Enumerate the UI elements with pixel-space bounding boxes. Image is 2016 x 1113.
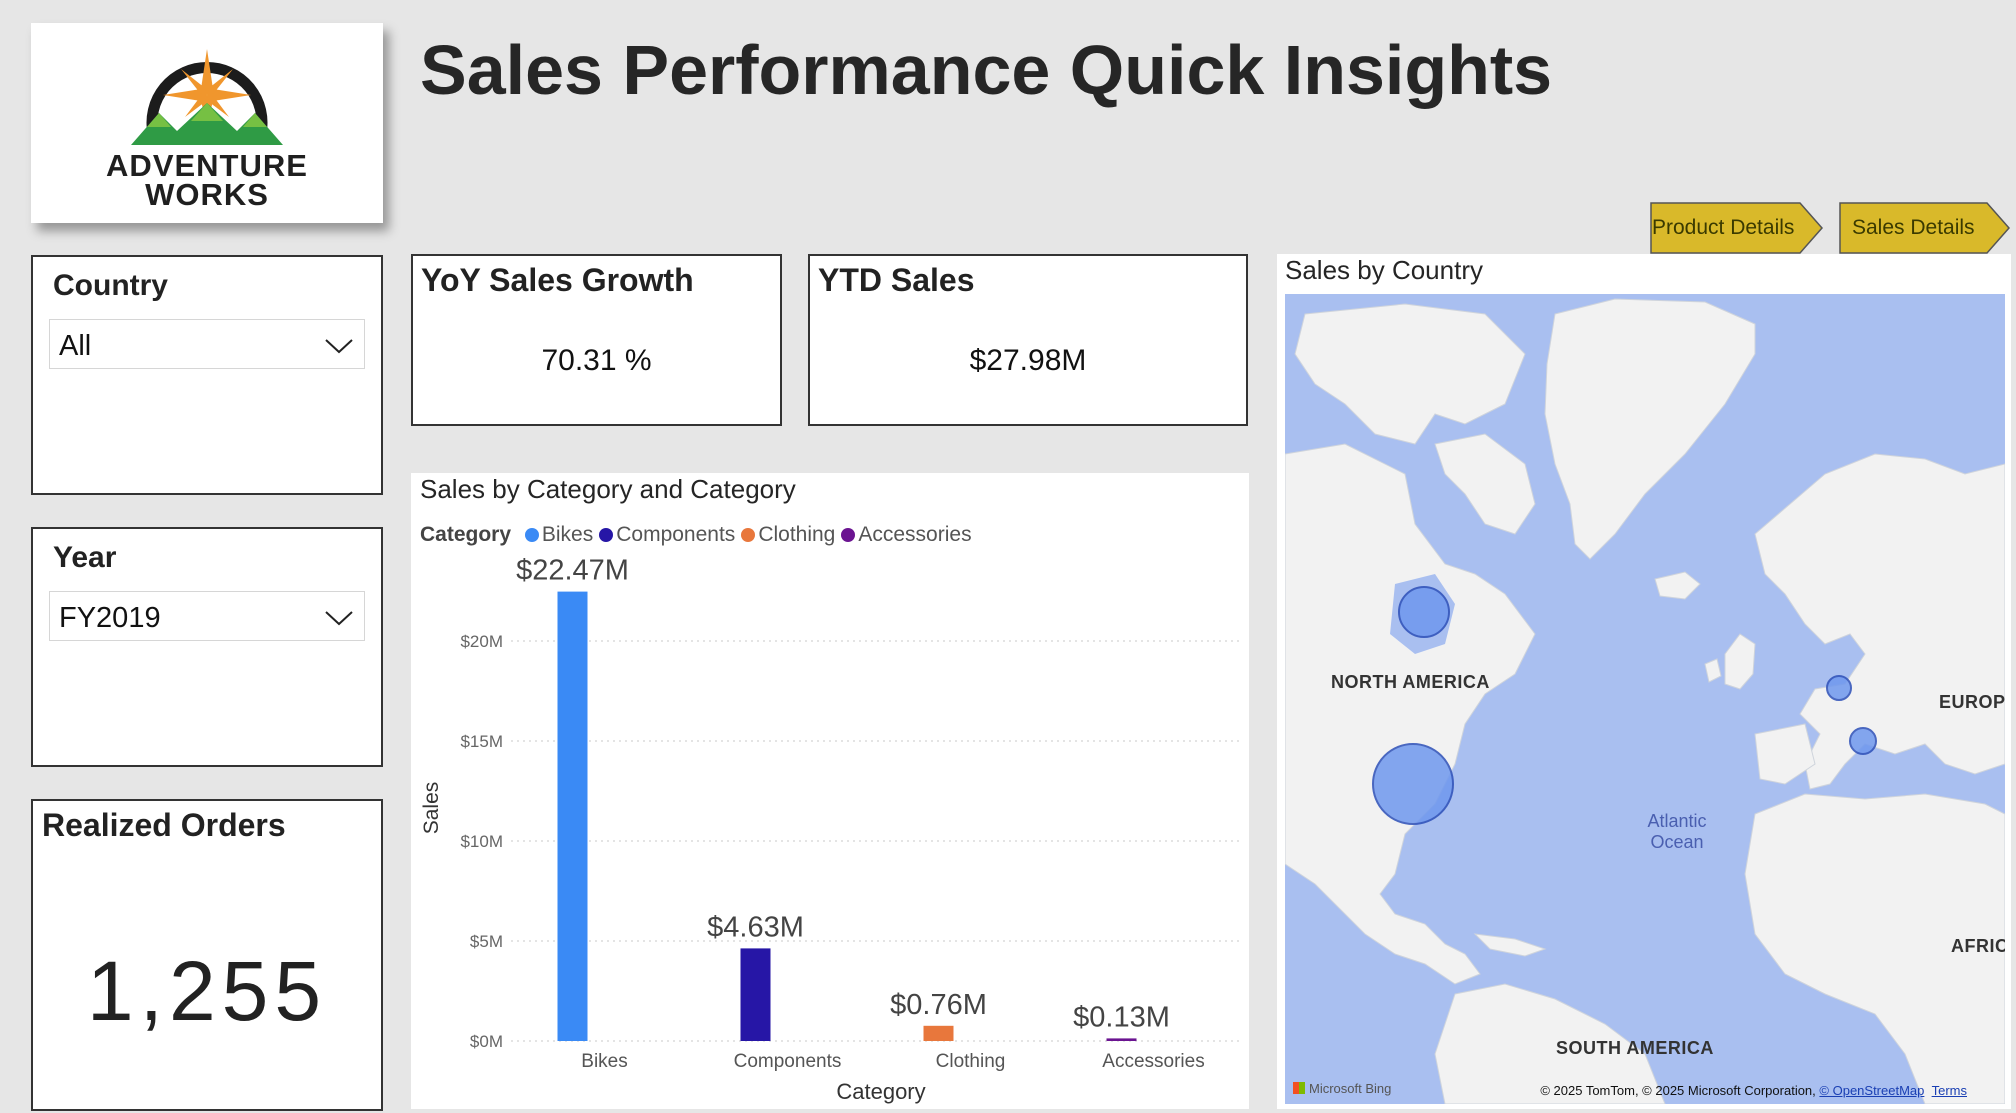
y-tick-label: $5M bbox=[470, 932, 503, 951]
logo-line-2: WORKS bbox=[145, 177, 269, 212]
bar-bikes bbox=[557, 591, 588, 1041]
bar-components bbox=[740, 948, 771, 1041]
data-label: $0.76M bbox=[890, 989, 987, 1021]
iberia-landmass bbox=[1754, 723, 1816, 785]
year-slicer-title: Year bbox=[53, 541, 117, 574]
y-tick-label: $0M bbox=[470, 1032, 503, 1051]
country-selected-value: All bbox=[59, 330, 92, 362]
country-slicer-title: Country bbox=[53, 269, 168, 302]
europe-label: EUROPI bbox=[1939, 692, 2005, 712]
map-canvas[interactable]: NORTH AMERICA EUROPI AFRIC/ SOUTH AMERIC… bbox=[1285, 294, 2005, 1104]
openstreetmap-link[interactable]: © OpenStreetMap bbox=[1819, 1083, 1924, 1098]
y-axis-title: Sales bbox=[420, 782, 443, 835]
y-tick-label: $10M bbox=[460, 832, 503, 851]
logo-line-1: ADVENTURE bbox=[106, 148, 308, 183]
bar-clothing bbox=[923, 1025, 954, 1041]
united-states-sales-bubble[interactable] bbox=[1372, 743, 1454, 825]
iceland-landmass bbox=[1654, 571, 1701, 600]
ireland-landmass bbox=[1704, 658, 1722, 683]
arctic-islands-landmass bbox=[1294, 303, 1526, 445]
chevron-down-icon bbox=[325, 339, 353, 354]
microsoft-logo-icon bbox=[1293, 1082, 1305, 1094]
year-slicer: Year FY2019 bbox=[31, 527, 383, 767]
data-label: $22.47M bbox=[516, 555, 629, 587]
map-attribution: © 2025 TomTom, © 2025 Microsoft Corporat… bbox=[1540, 1083, 1967, 1098]
product-details-button[interactable]: Product Details bbox=[1650, 202, 1824, 254]
yoy-sales-growth-label: YoY Sales Growth bbox=[421, 262, 694, 298]
canada-sales-bubble[interactable] bbox=[1398, 586, 1450, 638]
page-title: Sales Performance Quick Insights bbox=[420, 31, 1553, 109]
realized-orders-label: Realized Orders bbox=[42, 807, 286, 843]
bing-logo: Microsoft Bing bbox=[1293, 1081, 1391, 1096]
terms-link[interactable]: Terms bbox=[1932, 1083, 1967, 1098]
yoy-sales-growth-card: YoY Sales Growth 70.31 % bbox=[411, 254, 782, 426]
africa-label: AFRIC/ bbox=[1951, 936, 2005, 956]
ytd-sales-value: $27.98M bbox=[969, 344, 1087, 377]
data-label: $4.63M bbox=[707, 911, 804, 943]
united-kingdom-sales-bubble[interactable] bbox=[1826, 675, 1852, 701]
country-slicer: Country All bbox=[31, 255, 383, 495]
caribbean-islands-landmass bbox=[1473, 933, 1547, 957]
realized-orders-card: Realized Orders 1,255 bbox=[31, 799, 383, 1111]
country-dropdown[interactable]: All bbox=[49, 319, 365, 369]
north-america-label: NORTH AMERICA bbox=[1331, 672, 1490, 692]
chevron-down-icon bbox=[325, 611, 353, 626]
sales-by-category-chart: Sales by Category and Category Category … bbox=[411, 473, 1249, 1109]
bar-accessories bbox=[1106, 1038, 1137, 1041]
adventure-works-logo-icon bbox=[131, 49, 283, 145]
baffin-island-landmass bbox=[1434, 433, 1536, 535]
sales-details-button[interactable]: Sales Details bbox=[1839, 202, 2011, 254]
data-label: $0.13M bbox=[1073, 1001, 1170, 1033]
logo-wordmark: ADVENTURE WORKS bbox=[31, 148, 383, 212]
x-tick-label: Bikes bbox=[581, 1051, 627, 1072]
world-map-land-icon bbox=[1285, 298, 2005, 1104]
x-tick-label: Accessories bbox=[1102, 1051, 1204, 1072]
year-dropdown[interactable]: FY2019 bbox=[49, 591, 365, 641]
sales-details-label: Sales Details bbox=[1852, 216, 1975, 239]
map-title: Sales by Country bbox=[1285, 255, 1483, 285]
x-tick-label: Clothing bbox=[936, 1051, 1006, 1072]
year-selected-value: FY2019 bbox=[59, 602, 161, 634]
bar-chart-plot: $0M $5M $10M $15M $20M $22.47M Bikes $4.63M Comp… bbox=[420, 555, 1243, 1104]
attribution-text: © 2025 TomTom, © 2025 Microsoft Corporat… bbox=[1540, 1083, 1816, 1098]
british-isles-landmass bbox=[1724, 633, 1756, 690]
y-tick-label: $20M bbox=[460, 632, 503, 651]
greenland-landmass bbox=[1544, 298, 1756, 560]
south-america-label: SOUTH AMERICA bbox=[1556, 1038, 1714, 1058]
ytd-sales-label: YTD Sales bbox=[818, 262, 975, 298]
ytd-sales-card: YTD Sales $27.98M bbox=[808, 254, 1248, 426]
product-details-label: Product Details bbox=[1652, 216, 1795, 239]
x-axis-title: Category bbox=[836, 1079, 925, 1104]
x-tick-label: Components bbox=[734, 1051, 842, 1072]
yoy-sales-growth-value: 70.31 % bbox=[541, 344, 652, 377]
sales-by-country-map: Sales by Country NORTH AMERICA EUROPI AF… bbox=[1277, 254, 2011, 1109]
france-germany-sales-bubble[interactable] bbox=[1849, 727, 1877, 755]
logo: ADVENTURE WORKS bbox=[31, 23, 383, 223]
y-tick-label: $15M bbox=[460, 732, 503, 751]
atlantic-ocean-label: Atlantic Ocean bbox=[1647, 811, 1707, 852]
realized-orders-value: 1,255 bbox=[86, 944, 328, 1038]
bing-logo-text: Microsoft Bing bbox=[1309, 1081, 1392, 1096]
